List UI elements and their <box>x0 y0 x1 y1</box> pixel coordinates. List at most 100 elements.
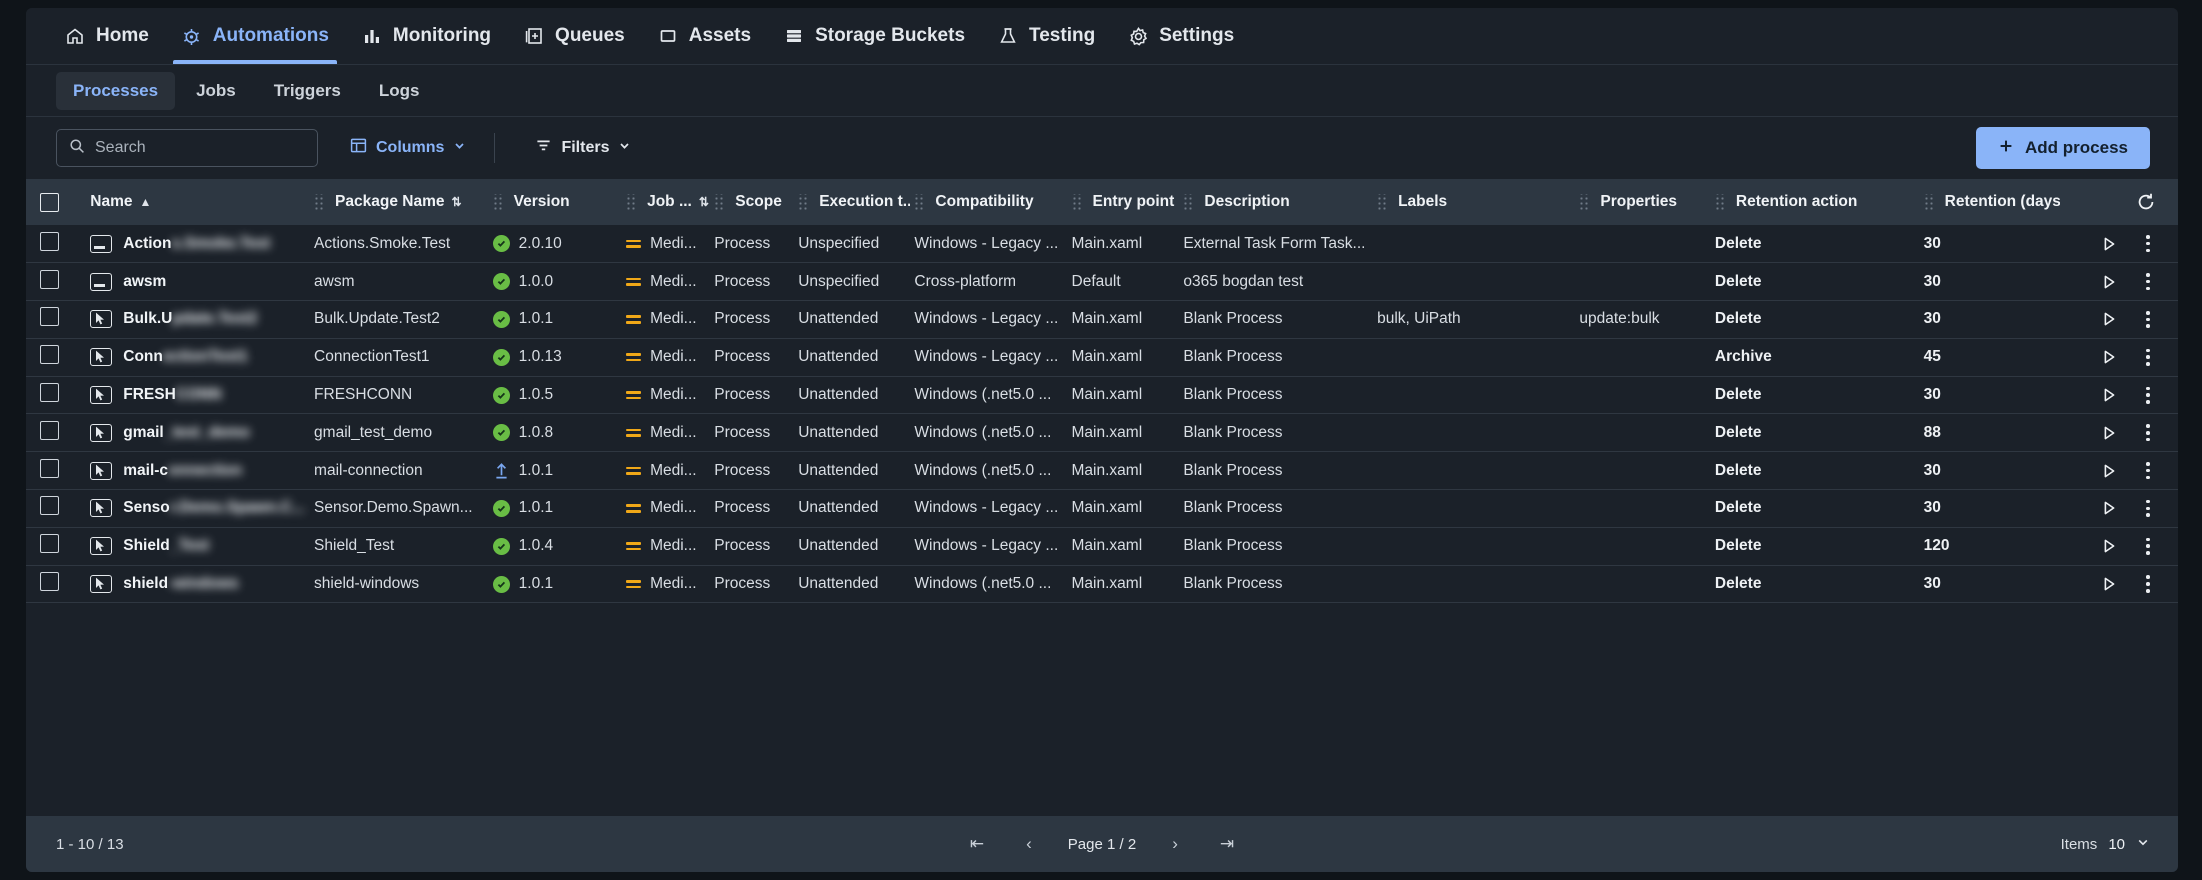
columns-button[interactable]: Columns <box>336 129 480 167</box>
row-checkbox[interactable] <box>40 307 59 327</box>
table-row[interactable]: gmail_test_demo gmail_test_demo 1.0.8 Medi.… <box>26 414 2178 452</box>
items-per-page-selector[interactable]: Items 10 <box>2061 835 2150 853</box>
version-value: 1.0.0 <box>518 272 554 290</box>
column-resize-grip[interactable] <box>914 194 925 210</box>
column-header-version[interactable]: Version <box>489 179 622 225</box>
nav-item-automations[interactable]: Automations <box>165 8 345 64</box>
play-icon[interactable] <box>2100 537 2118 555</box>
nav-item-home[interactable]: Home <box>48 8 165 64</box>
column-header-name[interactable]: Name ▲ <box>86 179 310 225</box>
kebab-menu-icon[interactable] <box>2140 458 2156 483</box>
table-row[interactable]: shield-windows shield-windows 1.0.1 Medi...… <box>26 565 2178 603</box>
kebab-menu-icon[interactable] <box>2140 307 2156 332</box>
table-row[interactable]: FRESHCONN FRESHCONN 1.0.5 Medi... Process Una… <box>26 376 2178 414</box>
first-page-icon[interactable]: ⇤ <box>964 832 990 856</box>
play-icon[interactable] <box>2100 386 2118 404</box>
row-checkbox[interactable] <box>40 383 59 403</box>
kebab-menu-icon[interactable] <box>2140 345 2156 370</box>
play-icon[interactable] <box>2100 273 2118 291</box>
play-icon[interactable] <box>2100 462 2118 480</box>
nav-item-settings[interactable]: Settings <box>1111 8 1250 64</box>
column-header-compatibility[interactable]: Compatibility <box>910 179 1067 225</box>
row-checkbox[interactable] <box>40 269 59 289</box>
row-checkbox[interactable] <box>40 496 59 516</box>
column-resize-grip[interactable] <box>1714 194 1725 210</box>
prev-page-icon[interactable]: ‹ <box>1020 832 1038 856</box>
nav-item-queues[interactable]: Queues <box>507 8 641 64</box>
kebab-menu-icon[interactable] <box>2140 383 2156 408</box>
column-resize-grip[interactable] <box>626 194 637 210</box>
nav-item-storage-buckets[interactable]: Storage Buckets <box>767 8 981 64</box>
kebab-menu-icon[interactable] <box>2140 571 2156 596</box>
process-name-redacted: -windows <box>168 575 239 593</box>
refresh-icon[interactable] <box>2136 192 2156 212</box>
sort-toggle-icon[interactable]: ⇅ <box>451 196 461 208</box>
kebab-menu-icon[interactable] <box>2140 534 2156 559</box>
row-checkbox[interactable] <box>40 231 59 251</box>
table-row[interactable]: ConnectionTest1 ConnectionTest1 1.0.13 Medi… <box>26 338 2178 377</box>
table-row[interactable]: Shield_Test Shield_Test 1.0.4 Medi... Proces… <box>26 527 2178 566</box>
tab-triggers[interactable]: Triggers <box>257 72 358 110</box>
play-icon[interactable] <box>2100 499 2118 517</box>
row-checkbox[interactable] <box>40 572 59 592</box>
play-icon[interactable] <box>2100 348 2118 366</box>
add-process-button[interactable]: Add process <box>1976 127 2150 169</box>
next-page-icon[interactable]: › <box>1166 832 1184 856</box>
column-header-retention-action[interactable]: Retention action <box>1711 179 1920 225</box>
play-icon[interactable] <box>2100 575 2118 593</box>
table-row[interactable]: Sensor.Demo.Spawn.C... Sensor.Demo.Spawn.… <box>26 490 2178 528</box>
column-resize-grip[interactable] <box>1071 194 1082 210</box>
column-resize-grip[interactable] <box>714 194 725 210</box>
version-ok-icon <box>492 537 510 555</box>
play-icon[interactable] <box>2100 235 2118 253</box>
play-icon[interactable] <box>2100 310 2118 328</box>
cell-retention-days: 30 <box>1923 386 1941 404</box>
column-header-labels[interactable]: Labels <box>1373 179 1575 225</box>
kebab-menu-icon[interactable] <box>2140 420 2156 445</box>
column-header-execution-type[interactable]: Execution t... <box>794 179 910 225</box>
kebab-menu-icon[interactable] <box>2140 496 2156 521</box>
column-header-scope[interactable]: Scope <box>710 179 794 225</box>
column-header-description[interactable]: Description <box>1179 179 1373 225</box>
nav-item-monitoring[interactable]: Monitoring <box>345 8 507 64</box>
cell-labels: bulk, UiPath <box>1377 310 1461 328</box>
column-resize-grip[interactable] <box>1183 194 1194 210</box>
column-header-retention-days[interactable]: Retention (days) ⇅ <box>1920 179 2060 225</box>
cell-name: Sensor.Demo.Spawn.C... <box>86 490 310 528</box>
search-box[interactable] <box>56 129 318 167</box>
row-checkbox[interactable] <box>40 534 59 554</box>
column-resize-grip[interactable] <box>314 194 325 210</box>
row-checkbox[interactable] <box>40 458 59 478</box>
column-resize-grip[interactable] <box>798 194 809 210</box>
last-page-icon[interactable]: ⇥ <box>1214 832 1240 856</box>
column-header-properties[interactable]: Properties <box>1575 179 1711 225</box>
column-resize-grip[interactable] <box>1579 194 1590 210</box>
search-input[interactable] <box>95 139 305 157</box>
column-header-entry-point[interactable]: Entry point <box>1068 179 1180 225</box>
tab-logs[interactable]: Logs <box>362 72 437 110</box>
table-row[interactable]: Bulk.Update.Test2 Bulk.Update.Test2 1.0.1 M… <box>26 301 2178 339</box>
row-checkbox[interactable] <box>40 420 59 440</box>
column-resize-grip[interactable] <box>492 194 503 210</box>
column-header-job-priority[interactable]: Job ... ⇅ <box>622 179 710 225</box>
kebab-menu-icon[interactable] <box>2140 231 2156 256</box>
nav-item-testing[interactable]: Testing <box>981 8 1111 64</box>
column-resize-grip[interactable] <box>1923 194 1934 210</box>
kebab-menu-icon[interactable] <box>2140 269 2156 294</box>
nav-item-assets[interactable]: Assets <box>641 8 767 64</box>
cell-entry-point: Default <box>1071 272 1121 290</box>
table-row[interactable]: Actions.Smoke.Test Actions.Smoke.Test 2.0.… <box>26 225 2178 263</box>
play-icon[interactable] <box>2100 424 2118 442</box>
tab-processes[interactable]: Processes <box>56 71 176 110</box>
row-checkbox[interactable] <box>40 345 59 365</box>
table-row[interactable]: mail-connection mail-connection 1.0.1 Medi.… <box>26 452 2178 490</box>
column-header-package-name[interactable]: Package Name ⇅ <box>310 179 489 225</box>
cell-labels <box>1373 225 1575 263</box>
sort-toggle-icon[interactable]: ⇅ <box>699 196 709 208</box>
filters-button[interactable]: Filters <box>521 129 645 167</box>
select-all-checkbox[interactable] <box>40 192 59 212</box>
column-resize-grip[interactable] <box>1377 194 1388 210</box>
table-row[interactable]: awsm awsm 1.0.0 Medi... Process Unspecified Cr… <box>26 263 2178 301</box>
tab-jobs[interactable]: Jobs <box>179 72 253 110</box>
sort-asc-icon[interactable]: ▲ <box>139 196 151 208</box>
